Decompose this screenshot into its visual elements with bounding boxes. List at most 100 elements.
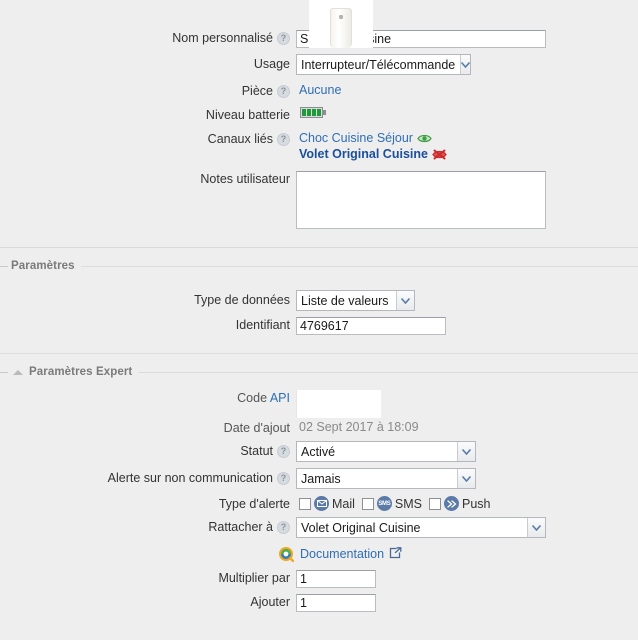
row-battery: Niveau batterie xyxy=(0,107,638,123)
attach-to-select[interactable]: Volet Original Cuisine xyxy=(296,517,546,538)
row-user-notes: Notes utilisateur xyxy=(0,171,638,229)
label-identifier: Identifiant xyxy=(0,317,296,333)
device-config-panel: Nom personnalisé? Usage Interrupteur/Tél… xyxy=(0,0,638,640)
usage-select[interactable]: Interrupteur/Télécommande xyxy=(296,54,471,75)
label-multiply: Multiplier par xyxy=(0,570,296,586)
row-multiply: Multiplier par xyxy=(0,570,638,588)
device-image xyxy=(330,8,352,48)
api-link[interactable]: API xyxy=(270,391,290,405)
alert-push-checkbox[interactable] xyxy=(429,497,442,510)
alert-sms-label: SMS xyxy=(394,496,423,511)
section-expert-title: Paramètres Expert xyxy=(29,366,133,378)
attach-to-select-value: Volet Original Cuisine xyxy=(297,518,527,537)
chevron-down-icon xyxy=(457,469,475,488)
nocomm-alert-select[interactable]: Jamais xyxy=(296,468,476,489)
label-add: Ajouter xyxy=(0,594,296,610)
section-parameters-title: Paramètres xyxy=(11,260,75,272)
row-add: Ajouter xyxy=(0,594,638,612)
linked-channel-link[interactable]: Choc Cuisine Séjour xyxy=(299,131,413,145)
section-dash xyxy=(0,265,8,267)
data-type-select-value: Liste de valeurs xyxy=(297,291,396,310)
label-nocomm-alert-text: Alerte sur non communication xyxy=(107,471,273,485)
alert-mail-label: Mail xyxy=(332,496,355,511)
label-status-text: Statut xyxy=(240,444,273,458)
section-line xyxy=(80,265,638,267)
push-icon xyxy=(444,496,460,511)
documentation-link[interactable]: Documentation xyxy=(300,547,384,561)
section-dash xyxy=(0,371,8,373)
multiply-input[interactable] xyxy=(296,570,376,588)
add-input[interactable] xyxy=(296,594,376,612)
label-custom-name: Nom personnalisé? xyxy=(0,30,296,46)
status-select[interactable]: Activé xyxy=(296,441,476,462)
divider xyxy=(0,353,638,354)
label-room-text: Pièce xyxy=(241,84,273,98)
mail-icon xyxy=(314,496,329,511)
label-documentation-spacer xyxy=(0,546,296,562)
alert-mail-checkbox[interactable] xyxy=(299,497,311,510)
label-attach-to: Rattacher à? xyxy=(0,517,296,538)
row-identifier: Identifiant xyxy=(0,317,638,335)
sms-icon: SMS xyxy=(376,496,392,511)
label-status: Statut? xyxy=(0,441,296,462)
help-globe-icon xyxy=(278,546,295,563)
label-data-type-text: Type de données xyxy=(194,293,290,307)
usage-select-value: Interrupteur/Télécommande xyxy=(297,55,461,74)
user-notes-textarea[interactable] xyxy=(296,171,546,229)
label-data-type: Type de données xyxy=(0,290,296,311)
eye-visible-icon[interactable] xyxy=(417,133,432,144)
label-add-text: Ajouter xyxy=(250,595,290,609)
section-line xyxy=(138,371,638,373)
row-room: Pièce? Aucune xyxy=(0,83,638,99)
linked-channel-item: Volet Original Cuisine xyxy=(299,147,447,161)
identifier-input[interactable] xyxy=(296,317,446,335)
label-usage: Usage xyxy=(0,54,296,75)
chevron-down-icon xyxy=(396,291,414,310)
row-api-code: Code API xyxy=(0,390,638,418)
label-linked-channels-text: Canaux liés xyxy=(207,132,273,146)
row-linked-channels: Canaux liés? Choc Cuisine Séjour Volet O… xyxy=(0,131,638,161)
api-code-value xyxy=(296,390,381,418)
row-status: Statut? Activé xyxy=(0,441,638,462)
row-nocomm-alert: Alerte sur non communication? Jamais xyxy=(0,468,638,489)
label-room: Pièce? xyxy=(0,83,296,99)
device-thumbnail xyxy=(309,0,373,48)
external-link-icon[interactable] xyxy=(389,546,402,562)
help-icon[interactable]: ? xyxy=(277,472,290,486)
help-icon[interactable]: ? xyxy=(277,521,290,535)
data-type-select[interactable]: Liste de valeurs xyxy=(296,290,415,311)
section-expert-parameters[interactable]: Paramètres Expert xyxy=(0,364,638,380)
help-icon[interactable]: ? xyxy=(277,133,290,147)
row-alert-type: Type d'alerte Mail SMS SMS Push xyxy=(0,496,638,512)
alert-sms-checkbox[interactable] xyxy=(361,497,374,510)
help-icon[interactable]: ? xyxy=(277,445,290,459)
status-select-value: Activé xyxy=(297,442,457,461)
label-nocomm-alert: Alerte sur non communication? xyxy=(0,468,296,489)
label-user-notes-text: Notes utilisateur xyxy=(200,172,290,186)
help-icon[interactable]: ? xyxy=(277,32,290,46)
label-date-added: Date d'ajout xyxy=(0,420,296,436)
label-api-code: Code API xyxy=(0,390,296,406)
label-alert-type: Type d'alerte xyxy=(0,496,296,512)
room-link[interactable]: Aucune xyxy=(299,83,341,97)
label-battery-text: Niveau batterie xyxy=(205,108,290,122)
chevron-down-icon xyxy=(460,55,471,74)
battery-level-icon xyxy=(300,107,326,118)
row-usage: Usage Interrupteur/Télécommande xyxy=(0,54,638,75)
row-attach-to: Rattacher à? Volet Original Cuisine xyxy=(0,517,638,538)
label-api-code-text: Code xyxy=(237,391,268,405)
eye-hidden-icon[interactable] xyxy=(432,149,447,160)
linked-channel-item: Choc Cuisine Séjour xyxy=(299,131,432,145)
divider xyxy=(0,247,638,248)
date-added-value: 02 Sept 2017 à 18:09 xyxy=(299,420,419,434)
row-date-added: Date d'ajout 02 Sept 2017 à 18:09 xyxy=(0,420,638,436)
help-icon[interactable]: ? xyxy=(277,85,290,99)
alert-push-label: Push xyxy=(462,496,491,511)
label-linked-channels: Canaux liés? xyxy=(0,131,296,147)
label-date-added-text: Date d'ajout xyxy=(223,421,290,435)
label-usage-text: Usage xyxy=(253,57,290,71)
label-user-notes: Notes utilisateur xyxy=(0,171,296,187)
label-custom-name-text: Nom personnalisé xyxy=(172,31,273,45)
collapse-triangle-icon[interactable] xyxy=(13,369,23,375)
linked-channel-link[interactable]: Volet Original Cuisine xyxy=(299,147,428,161)
